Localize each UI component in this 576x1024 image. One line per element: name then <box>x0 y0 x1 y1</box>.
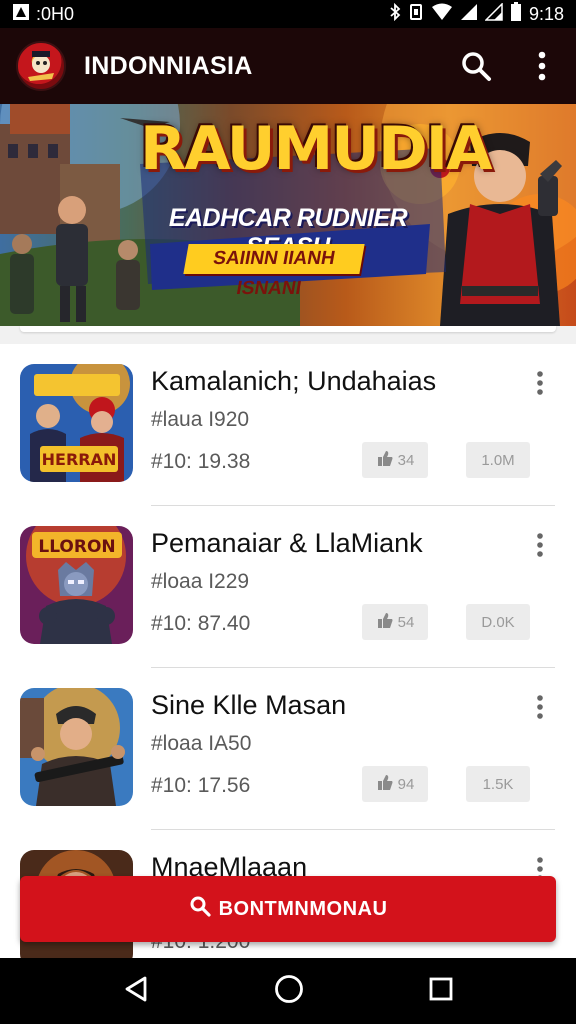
app-title: INDONNIASIA <box>84 51 253 80</box>
cta-label: BONTMNMONAU <box>218 897 388 920</box>
like-count: 94 <box>397 775 415 793</box>
more-vert-icon[interactable] <box>528 368 552 398</box>
notification-icon <box>12 3 30 26</box>
list-item[interactable]: HERRAN Kamalanich; Undahaias #laua I920 … <box>0 344 576 506</box>
size-badge: D.0K <box>466 604 530 640</box>
item-title: Kamalanich; Undahaias <box>151 366 437 396</box>
like-button[interactable]: 54 <box>362 604 428 640</box>
app-actions <box>458 48 560 84</box>
list-item[interactable]: LLORON Pemanaiar & LlaMiank #loaa I229 #… <box>0 506 576 668</box>
item-subtitle: #laua I920 <box>151 408 250 431</box>
item-meta: #10: 87.40 <box>151 612 251 635</box>
thumb-up-icon <box>376 611 394 633</box>
item-title: Sine Klle Masan <box>151 690 347 720</box>
home-icon[interactable] <box>273 973 305 1010</box>
status-right: 9:18 <box>389 1 564 27</box>
list-item[interactable]: Sine Klle Masan #loaa IA50 #10: 17.56 94… <box>0 668 576 830</box>
status-bar: :0H0 9:18 <box>0 0 576 28</box>
like-button[interactable]: 94 <box>362 766 428 802</box>
item-subtitle: #loaa IA50 <box>151 732 252 755</box>
app-logo[interactable] <box>16 41 66 91</box>
banner-card-edge <box>20 326 556 332</box>
banner-title: RAUMUDIA <box>140 114 493 184</box>
thumb-up-icon <box>376 773 394 795</box>
status-left: :0H0 <box>12 3 74 26</box>
nav-bar <box>0 958 576 1024</box>
app-icon: HERRAN <box>20 364 133 482</box>
item-subtitle: #loaa I229 <box>151 570 250 593</box>
size-badge: 1.5K <box>466 766 530 802</box>
size-badge: 1.0M <box>466 442 530 478</box>
more-vert-icon[interactable] <box>524 48 560 84</box>
recents-icon[interactable] <box>427 975 455 1008</box>
bluetooth-icon <box>389 2 401 26</box>
app-icon-text: HERRAN <box>42 450 117 469</box>
back-icon[interactable] <box>121 974 151 1009</box>
search-icon <box>189 895 211 923</box>
app-icon: LLORON <box>20 526 133 644</box>
more-vert-icon[interactable] <box>528 530 552 560</box>
app-bar: INDONNIASIA <box>0 28 576 104</box>
vibrate-icon <box>408 3 424 26</box>
battery-icon <box>510 1 522 27</box>
status-left-text: :0H0 <box>36 3 75 24</box>
item-title: Pemanaiar & LlaMiank <box>151 528 423 558</box>
app-icon-text: LLORON <box>38 537 115 557</box>
like-button[interactable]: 34 <box>362 442 428 478</box>
banner-ribbon: SAIINN IIANH ISNANI <box>183 244 365 299</box>
promo-banner[interactable]: RAUMUDIA EADHCAR RUDNIER SEASH SAIINN II… <box>0 104 576 326</box>
signal-2-icon <box>484 1 503 26</box>
item-meta: #10: 17.56 <box>151 774 251 797</box>
more-vert-icon[interactable] <box>528 692 552 722</box>
item-meta: #10: 19.38 <box>151 450 251 473</box>
search-icon[interactable] <box>458 48 494 84</box>
app-icon <box>20 688 133 806</box>
status-time: 9:18 <box>528 3 564 24</box>
thumb-up-icon <box>376 449 394 471</box>
signal-icon <box>460 3 478 26</box>
like-count: 34 <box>397 451 415 469</box>
like-count: 54 <box>397 613 415 631</box>
wifi-icon <box>431 3 453 26</box>
cta-button[interactable]: BONTMNMONAU <box>20 876 556 942</box>
